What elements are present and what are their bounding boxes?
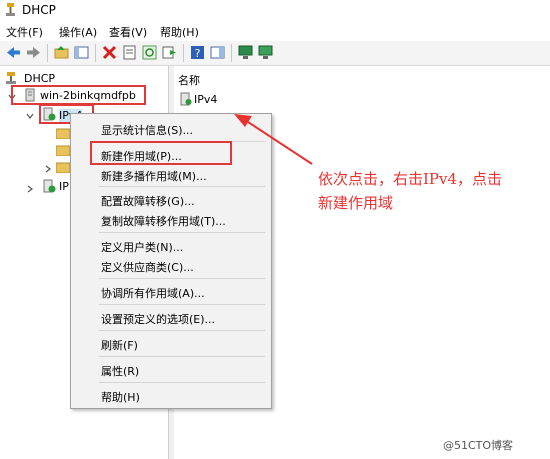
menu-separator (99, 186, 265, 187)
menu-item-new-multicast-scope[interactable]: 新建多播作用域(M)... (101, 168, 207, 184)
refresh-icon[interactable] (142, 45, 157, 60)
menu-item-set-predefined-options[interactable]: 设置预定义的选项(E)... (101, 311, 215, 327)
toolbar-separator (47, 44, 48, 62)
menu-item-define-user-classes[interactable]: 定义用户类(N)... (101, 239, 183, 255)
menu-separator (99, 356, 265, 357)
menu-item-help[interactable]: 帮助(H) (101, 389, 140, 405)
ipv6-node-icon (42, 179, 56, 193)
window-title: DHCP (22, 3, 56, 17)
action-pane-icon[interactable] (210, 45, 225, 60)
dhcp-root-icon (5, 72, 17, 84)
forward-arrow-icon[interactable] (26, 45, 41, 60)
server-connect-icon[interactable] (258, 45, 273, 60)
menu-bar: 文件(F) 操作(A) 查看(V) 帮助(H) (0, 21, 550, 41)
annotation-line-1: 依次点击，右击IPv4，点击 (318, 170, 503, 188)
column-header-name[interactable]: 名称 (178, 72, 200, 88)
menu-item-show-statistics[interactable]: 显示统计信息(S)... (101, 122, 193, 138)
highlight-new-scope (90, 141, 232, 165)
export-list-icon[interactable] (162, 45, 177, 60)
menu-item-replicate-failover-scopes[interactable]: 复制故障转移作用域(T)... (101, 213, 226, 229)
tree-ipv6-node[interactable]: IP (59, 180, 69, 193)
help-icon[interactable]: ? (190, 45, 205, 60)
menu-separator (99, 304, 265, 305)
delete-icon[interactable] (102, 45, 117, 60)
menu-item-reconcile-all-scopes[interactable]: 协调所有作用域(A)... (101, 285, 205, 301)
show-hide-tree-icon[interactable] (74, 45, 89, 60)
dhcp-app-icon (5, 3, 16, 16)
menu-help[interactable]: 帮助(H) (160, 24, 199, 40)
menu-separator (99, 278, 265, 279)
properties-icon[interactable] (122, 45, 137, 60)
back-arrow-icon[interactable] (6, 45, 21, 60)
toolbar-separator (231, 44, 232, 62)
toolbar: ? (0, 41, 550, 66)
up-folder-icon[interactable] (54, 45, 69, 60)
svg-text:?: ? (195, 47, 201, 60)
tree-root-dhcp[interactable]: DHCP (24, 72, 55, 85)
menu-item-configure-failover[interactable]: 配置故障转移(G)... (101, 193, 195, 209)
annotation-text: 依次点击，右击IPv4，点击 新建作用域 (318, 167, 543, 215)
toolbar-separator (183, 44, 184, 62)
watermark: @51CTO博客 (443, 439, 514, 452)
menu-separator (99, 330, 265, 331)
menu-file[interactable]: 文件(F) (6, 24, 43, 40)
highlight-server-node (11, 85, 146, 105)
server-monitor-icon[interactable] (238, 45, 253, 60)
ipv4-item-icon (180, 92, 192, 106)
menu-item-properties[interactable]: 属性(R) (101, 363, 139, 379)
toolbar-separator (95, 44, 96, 62)
folder-icon[interactable] (55, 127, 71, 140)
menu-item-refresh[interactable]: 刷新(F) (101, 337, 138, 353)
annotation-line-2: 新建作用域 (318, 194, 394, 212)
menu-separator (99, 382, 265, 383)
chevron-right-icon[interactable] (44, 163, 52, 173)
folder-icon[interactable] (55, 144, 71, 157)
list-item-ipv4[interactable]: IPv4 (194, 93, 217, 106)
menu-item-define-vendor-classes[interactable]: 定义供应商类(C)... (101, 259, 194, 275)
title-bar: DHCP (0, 0, 550, 20)
folder-icon[interactable] (55, 161, 71, 174)
menu-view[interactable]: 查看(V) (109, 24, 147, 40)
menu-action[interactable]: 操作(A) (59, 24, 97, 40)
chevron-right-icon[interactable] (26, 183, 34, 193)
chevron-down-icon[interactable] (26, 110, 34, 119)
annotation-arrow (234, 114, 313, 165)
menu-separator (99, 232, 265, 233)
